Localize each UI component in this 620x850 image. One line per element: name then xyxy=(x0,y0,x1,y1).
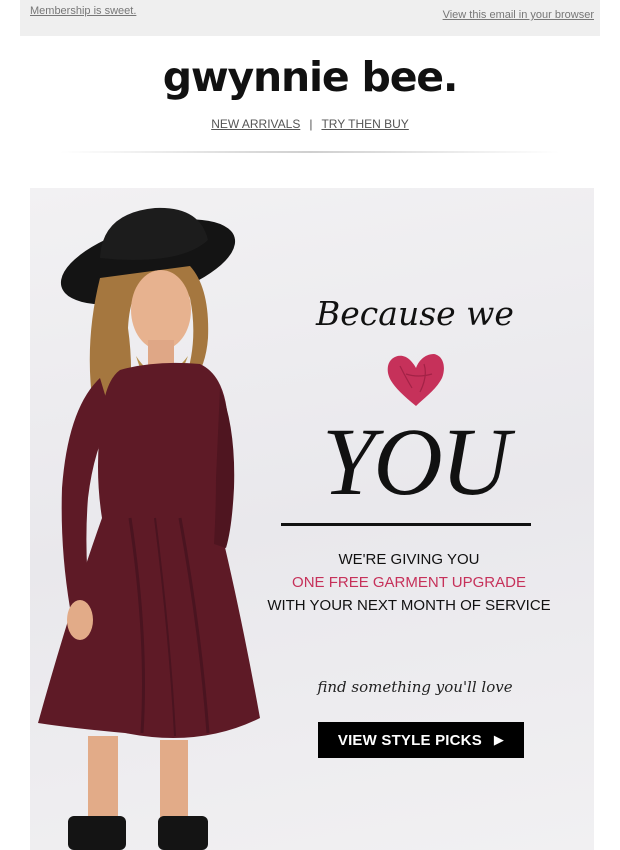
hero-banner[interactable]: Because we YOU WE'RE GIVING YOU ONE FREE… xyxy=(30,188,594,850)
top-nav: NEW ARRIVALS | TRY THEN BUY xyxy=(0,117,620,131)
view-style-picks-button[interactable]: VIEW STYLE PICKS ▶ xyxy=(318,722,524,758)
preheader-bar: Membership is sweet. View this email in … xyxy=(20,0,600,36)
heart-icon xyxy=(387,354,444,406)
model-image xyxy=(38,207,260,850)
brand-logo[interactable]: gwynnie bee. xyxy=(0,53,620,101)
nav-separator: | xyxy=(309,117,313,131)
nav-new-arrivals[interactable]: NEW ARRIVALS xyxy=(211,117,300,131)
offer-line-highlight: ONE FREE GARMENT UPGRADE xyxy=(292,574,526,591)
nav-try-then-buy[interactable]: TRY THEN BUY xyxy=(321,117,408,131)
play-arrow-icon: ▶ xyxy=(493,732,505,747)
offer-line-3: WITH YOUR NEXT MONTH OF SERVICE xyxy=(267,597,551,614)
headline-because-we: Because we xyxy=(316,294,514,333)
offer-text: WE'RE GIVING YOU ONE FREE GARMENT UPGRAD… xyxy=(244,548,574,617)
tagline: find something you'll love xyxy=(317,678,513,696)
headline-rule xyxy=(281,523,531,526)
header-divider xyxy=(60,151,560,153)
membership-link[interactable]: Membership is sweet. xyxy=(30,5,136,17)
view-in-browser-link[interactable]: View this email in your browser xyxy=(443,9,594,21)
offer-line-1: WE'RE GIVING YOU xyxy=(338,551,480,568)
cta-label: VIEW STYLE PICKS xyxy=(337,731,482,749)
headline-you: YOU xyxy=(321,408,510,515)
